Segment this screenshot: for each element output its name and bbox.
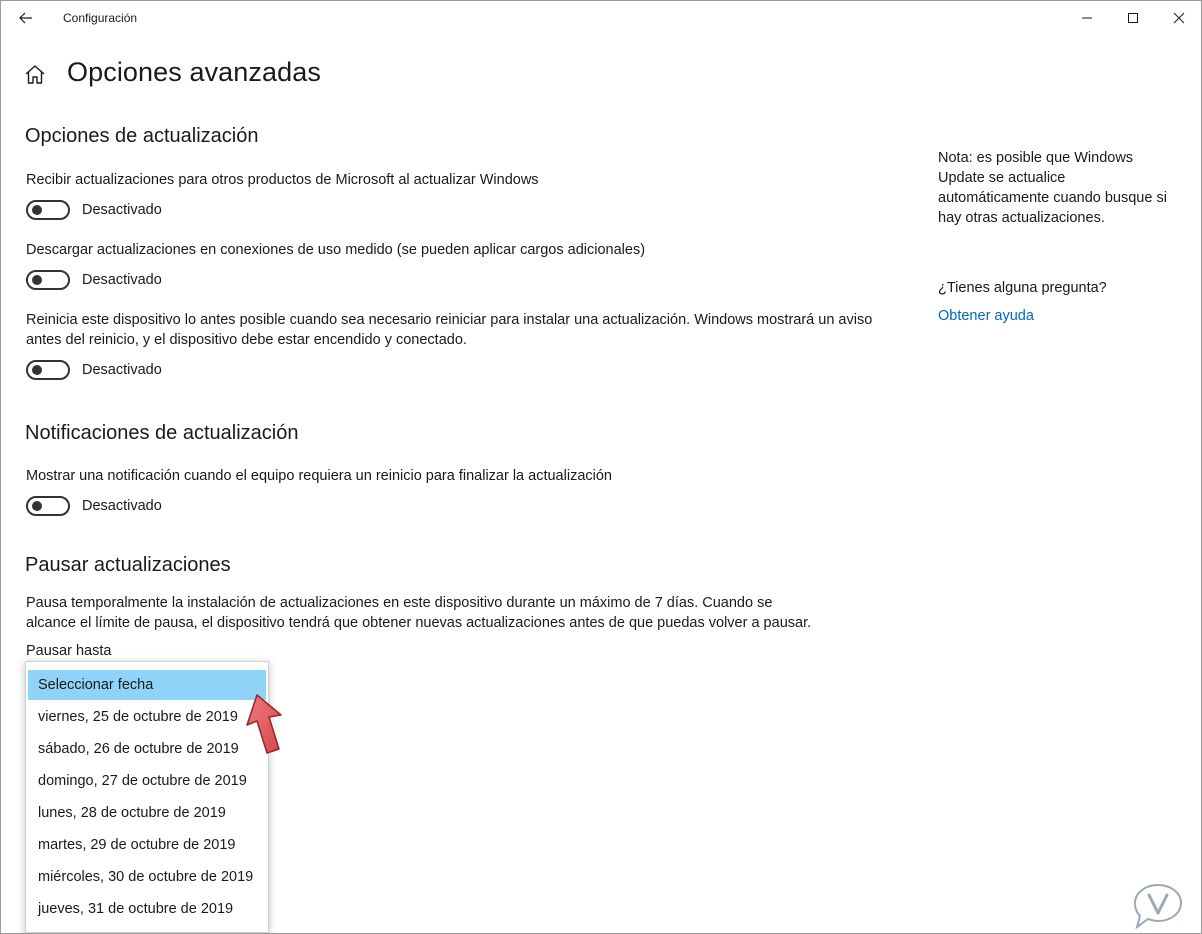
description-line: Reinicia este dispositivo lo antes posib… — [26, 312, 873, 328]
setting-description-other-products: Recibir actualizaciones para otros produ… — [26, 172, 539, 188]
pause-until-dropdown-list[interactable]: Seleccionar fecha viernes, 25 de octubre… — [25, 661, 269, 933]
watermark-logo — [1133, 883, 1183, 930]
toggle-knob — [32, 365, 42, 375]
home-icon — [25, 65, 45, 84]
dropdown-option-date[interactable]: jueves, 31 de octubre de 2019 — [28, 894, 266, 924]
dropdown-option-date[interactable]: sábado, 26 de octubre de 2019 — [28, 734, 266, 764]
maximize-button[interactable] — [1110, 1, 1156, 35]
home-button[interactable] — [23, 63, 47, 87]
side-note-line: Nota: es posible que Windows — [938, 150, 1134, 166]
side-note-line: hay otras actualizaciones. — [938, 210, 1105, 226]
back-button[interactable] — [9, 3, 43, 33]
minimize-icon — [1082, 17, 1092, 19]
toggle-knob — [32, 501, 42, 511]
dropdown-option-date[interactable]: viernes, 25 de octubre de 2019 — [28, 702, 266, 732]
setting-description-restart-notification: Mostrar una notificación cuando el equip… — [26, 468, 612, 484]
toggle-switch[interactable] — [26, 360, 70, 380]
settings-window: Configuración Opciones avanzadas Opcione… — [0, 0, 1202, 934]
close-icon — [1173, 12, 1185, 24]
toggle-other-products[interactable]: Desactivado — [26, 199, 162, 221]
toggle-state-label: Desactivado — [82, 202, 162, 218]
description-line: alcance el límite de pausa, el dispositi… — [26, 615, 812, 631]
description-line: Pausa temporalmente la instalación de ac… — [26, 595, 773, 611]
setting-description-restart: Reinicia este dispositivo lo antes posib… — [26, 310, 872, 350]
toggle-switch[interactable] — [26, 200, 70, 220]
toggle-restart-notification[interactable]: Desactivado — [26, 495, 162, 517]
close-button[interactable] — [1156, 1, 1201, 35]
dropdown-option-date[interactable]: martes, 29 de octubre de 2019 — [28, 830, 266, 860]
dropdown-option-date[interactable]: lunes, 28 de octubre de 2019 — [28, 798, 266, 828]
toggle-state-label: Desactivado — [82, 272, 162, 288]
side-note-line: Update se actualice — [938, 170, 1066, 186]
window-title: Configuración — [63, 11, 138, 25]
toggle-switch[interactable] — [26, 496, 70, 516]
toggle-state-label: Desactivado — [82, 362, 162, 378]
side-note: Nota: es posible que Windows Update se a… — [938, 148, 1168, 228]
title-bar: Configuración — [1, 1, 1201, 35]
get-help-link[interactable]: Obtener ayuda — [938, 308, 1034, 324]
section-heading-update-options: Opciones de actualización — [25, 125, 259, 147]
pause-updates-description: Pausa temporalmente la instalación de ac… — [26, 593, 811, 633]
section-heading-update-notifications: Notificaciones de actualización — [25, 422, 299, 444]
side-note-line: automáticamente cuando busque si — [938, 190, 1167, 206]
side-question: ¿Tienes alguna pregunta? — [938, 280, 1107, 296]
maximize-icon — [1128, 13, 1138, 23]
description-line: antes del reinicio, y el dispositivo deb… — [26, 332, 467, 348]
pause-until-label: Pausar hasta — [26, 643, 112, 659]
toggle-switch[interactable] — [26, 270, 70, 290]
back-arrow-icon — [19, 12, 32, 24]
setting-description-metered: Descargar actualizaciones en conexiones … — [26, 242, 646, 258]
toggle-knob — [32, 205, 42, 215]
minimize-button[interactable] — [1064, 1, 1110, 35]
pointer-arrow-icon — [246, 694, 282, 754]
toggle-state-label: Desactivado — [82, 498, 162, 514]
toggle-knob — [32, 275, 42, 285]
dropdown-option-date[interactable]: miércoles, 30 de octubre de 2019 — [28, 862, 266, 892]
dropdown-option-date[interactable]: domingo, 27 de octubre de 2019 — [28, 766, 266, 796]
toggle-metered-connections[interactable]: Desactivado — [26, 269, 162, 291]
dropdown-option-select-date[interactable]: Seleccionar fecha — [28, 670, 266, 700]
section-heading-pause-updates: Pausar actualizaciones — [25, 554, 231, 576]
page-title: Opciones avanzadas — [67, 57, 321, 87]
toggle-restart-asap[interactable]: Desactivado — [26, 359, 162, 381]
